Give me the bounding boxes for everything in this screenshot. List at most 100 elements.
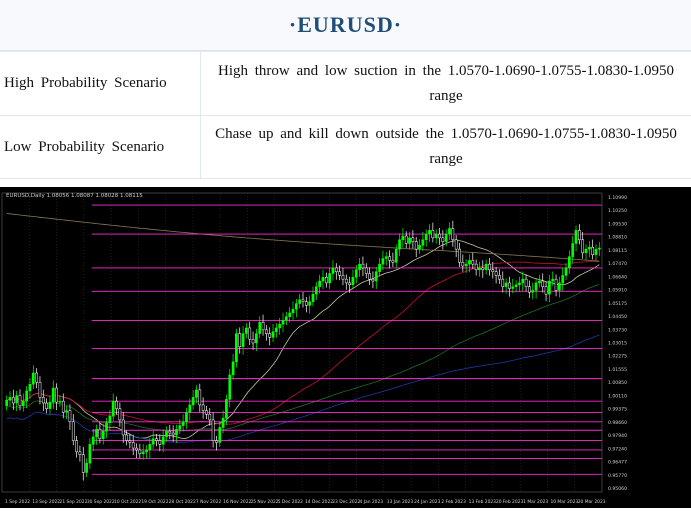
candle-body bbox=[428, 230, 430, 234]
candle-body bbox=[468, 260, 470, 264]
price-axis: 1.109901.102501.095301.088101.081151.074… bbox=[608, 195, 627, 492]
candle-body bbox=[372, 279, 374, 281]
candle-body bbox=[375, 272, 377, 281]
candle-body bbox=[185, 412, 187, 421]
candle-body bbox=[548, 281, 550, 294]
candle-body bbox=[12, 397, 14, 403]
date-tick-label: 2 Feb 2023 bbox=[441, 499, 466, 505]
price-tick-label: 1.00110 bbox=[608, 393, 627, 399]
candle-body bbox=[182, 422, 184, 426]
candle-body bbox=[32, 373, 34, 384]
price-chart[interactable]: 1.109901.102501.095301.088101.081151.074… bbox=[0, 187, 691, 508]
candle-body bbox=[482, 268, 484, 270]
candle-body bbox=[85, 463, 87, 472]
chart-grid bbox=[2, 193, 602, 492]
date-tick-label: 13 Feb 2023 bbox=[469, 499, 497, 505]
candle-body bbox=[89, 444, 91, 463]
candle-body bbox=[485, 264, 487, 270]
candle-body bbox=[309, 302, 311, 306]
candle-body bbox=[352, 277, 354, 285]
candle-body bbox=[312, 294, 314, 302]
price-tick-label: 0.97940 bbox=[608, 433, 627, 439]
price-tick-label: 1.05910 bbox=[608, 288, 627, 294]
candle-body bbox=[229, 375, 231, 399]
candle-body bbox=[422, 240, 424, 246]
price-tick-label: 1.02275 bbox=[608, 354, 627, 360]
candle-body bbox=[359, 264, 361, 270]
chart-header: EURUSD,Daily 1.08056 1.08087 1.08028 1.0… bbox=[6, 193, 143, 199]
price-tick-label: 0.96477 bbox=[608, 460, 627, 466]
candle-body bbox=[149, 444, 151, 450]
date-tick-label: 23 Dec 2022 bbox=[332, 499, 360, 505]
candle-body bbox=[122, 420, 124, 435]
candle-body bbox=[562, 275, 564, 283]
candle-body bbox=[242, 334, 244, 347]
candle-body bbox=[472, 260, 474, 264]
candle-body bbox=[29, 384, 31, 391]
candle-body bbox=[209, 414, 211, 420]
candle-body bbox=[215, 441, 217, 443]
candle-body bbox=[388, 257, 390, 261]
candle-body bbox=[265, 330, 267, 334]
candle-body bbox=[462, 262, 464, 266]
candle-body bbox=[532, 290, 534, 292]
price-tick-label: 1.08810 bbox=[608, 235, 627, 241]
ma-long-line bbox=[7, 335, 600, 442]
candle-body bbox=[155, 439, 157, 441]
candle-body bbox=[522, 279, 524, 283]
candle-body bbox=[518, 283, 520, 285]
candle-body bbox=[129, 441, 131, 443]
candle-body bbox=[332, 268, 334, 274]
candle-body bbox=[22, 401, 24, 406]
candle-body bbox=[398, 240, 400, 249]
candle-body bbox=[172, 433, 174, 435]
candle-body bbox=[355, 270, 357, 278]
candle-body bbox=[285, 317, 287, 321]
date-tick-label: 25 Nov 2022 bbox=[250, 499, 278, 505]
date-tick-label: 20 Mar 2023 bbox=[578, 499, 606, 505]
candle-body bbox=[538, 281, 540, 283]
candle-body bbox=[245, 328, 247, 334]
chart-frame bbox=[2, 193, 602, 492]
candle-body bbox=[102, 431, 104, 439]
candle-body bbox=[345, 279, 347, 283]
candle-body bbox=[199, 390, 201, 405]
candle-body bbox=[575, 230, 577, 243]
chart-svg[interactable]: 1.109901.102501.095301.088101.081151.074… bbox=[0, 187, 691, 508]
price-tick-label: 1.07470 bbox=[608, 261, 627, 267]
candle-body bbox=[458, 249, 460, 262]
price-tick-label: 1.10990 bbox=[608, 195, 627, 201]
candle-body bbox=[402, 236, 404, 240]
price-tick-label: 0.99375 bbox=[608, 407, 627, 413]
candle-body bbox=[412, 238, 414, 242]
candle-body bbox=[162, 437, 164, 445]
candle-body bbox=[572, 243, 574, 256]
candle-body bbox=[442, 238, 444, 242]
candle-body bbox=[222, 418, 224, 427]
candle-body bbox=[478, 268, 480, 270]
candle-body bbox=[175, 429, 177, 435]
candle-body bbox=[59, 401, 61, 402]
moving-averages bbox=[7, 214, 600, 443]
candle-body bbox=[152, 439, 154, 445]
candle-body bbox=[465, 264, 467, 266]
candle-body bbox=[115, 401, 117, 409]
candles bbox=[6, 221, 601, 481]
price-tick-label: 1.01555 bbox=[608, 367, 627, 373]
candle-body bbox=[512, 287, 514, 289]
date-tick-label: 1 Sep 2022 bbox=[5, 499, 30, 505]
price-tick-label: 1.00850 bbox=[608, 380, 627, 386]
candle-body bbox=[319, 281, 321, 287]
price-tick-label: 1.10250 bbox=[608, 208, 627, 214]
candle-body bbox=[119, 409, 121, 420]
date-tick-label: 16 Nov 2022 bbox=[223, 499, 251, 505]
candle-body bbox=[72, 422, 74, 441]
date-tick-label: 10 Oct 2022 bbox=[114, 499, 141, 505]
candle-body bbox=[42, 397, 44, 403]
candle-body bbox=[165, 431, 167, 437]
candle-body bbox=[159, 441, 161, 445]
candle-body bbox=[235, 334, 237, 362]
candle-body bbox=[418, 245, 420, 249]
candle-body bbox=[79, 452, 81, 455]
candle-body bbox=[135, 448, 137, 450]
